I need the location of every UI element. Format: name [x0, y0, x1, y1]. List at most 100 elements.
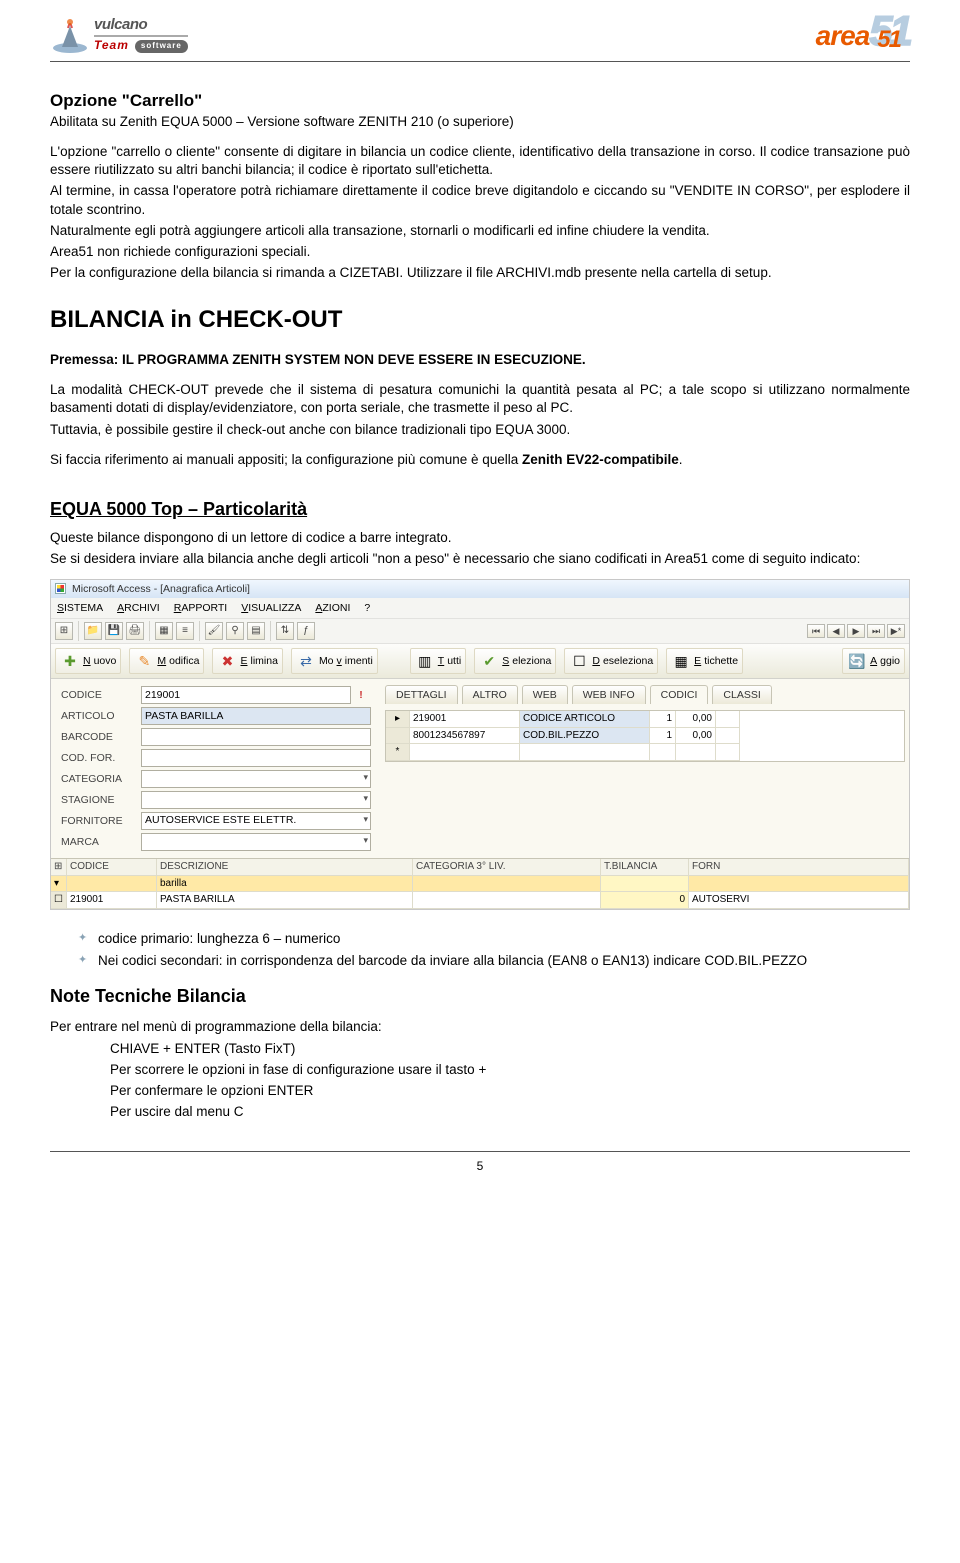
tb-adjust-icon[interactable]: ≡	[176, 622, 194, 640]
sg-p-2[interactable]: 0,00	[676, 728, 716, 745]
label-articolo: ARTICOLO	[61, 709, 141, 723]
col-descrizione[interactable]: DESCRIZIONE	[157, 859, 413, 876]
articles-grid: ⊞ CODICE DESCRIZIONE CATEGORIA 3° LIV. T…	[51, 858, 909, 909]
tb-print-icon[interactable]: 🖨	[126, 622, 144, 640]
grid-corner[interactable]: ⊞	[51, 859, 67, 876]
tab-webinfo[interactable]: WEB INFO	[572, 685, 646, 704]
tb-paint-icon[interactable]: 🖌	[205, 622, 223, 640]
label-marca: MARCA	[61, 835, 141, 849]
nav-next-icon[interactable]: ▶	[847, 624, 865, 638]
label-codfor: COD. FOR.	[61, 751, 141, 765]
tab-codici[interactable]: CODICI	[650, 685, 709, 704]
tb-save-icon[interactable]: 💾	[105, 622, 123, 640]
tb-table-icon[interactable]: ▤	[247, 622, 265, 640]
field-categoria[interactable]	[141, 770, 371, 788]
nav-prev-icon[interactable]: ◀	[827, 624, 845, 638]
sg-desc-2[interactable]: COD.BIL.PEZZO	[520, 728, 650, 745]
btn-aggio[interactable]: 🔄Aggio	[842, 648, 905, 674]
cell-cat	[413, 892, 601, 909]
logo-vulcanoteam: vulcano Teamsoftware	[50, 14, 188, 54]
section1-p2: Al termine, in cassa l'operatore potrà r…	[50, 182, 910, 218]
access-window: Microsoft Access - [Anagrafica Articoli]…	[50, 579, 910, 910]
section1-subtitle: Abilitata su Zenith EQUA 5000 – Versione…	[50, 113, 910, 131]
all-icon: ▥	[415, 651, 435, 671]
btn-seleziona[interactable]: ✔Seleziona	[474, 648, 556, 674]
label-categoria: CATEGORIA	[61, 772, 141, 786]
row-selector[interactable]: ▸	[386, 711, 410, 728]
field-marca[interactable]	[141, 833, 371, 851]
field-articolo[interactable]: PASTA BARILLA	[141, 707, 371, 725]
label-barcode: BARCODE	[61, 730, 141, 744]
filter-tbil[interactable]	[601, 876, 689, 893]
tb-folder-icon[interactable]: 📁	[84, 622, 102, 640]
detail-tabs: DETTAGLI ALTRO WEB WEB INFO CODICI CLASS…	[385, 685, 905, 704]
new-row-marker[interactable]: *	[386, 744, 410, 761]
section1-p5: Per la configurazione della bilancia si …	[50, 264, 910, 282]
sg-q-1[interactable]: 1	[650, 711, 676, 728]
sg-desc-1[interactable]: CODICE ARTICOLO	[520, 711, 650, 728]
menu-bar[interactable]: SSISTEMAISTEMA ARCHIVI RAPPORTI VISUALIZ…	[51, 598, 909, 619]
field-codice[interactable]: 219001	[141, 686, 351, 704]
col-fornitore[interactable]: FORN	[689, 859, 909, 876]
sg-q-2[interactable]: 1	[650, 728, 676, 745]
menu-archivi[interactable]: ARCHIVI	[117, 601, 160, 615]
plus-icon: ✚	[60, 651, 80, 671]
nav-first-icon[interactable]: ⏮	[807, 624, 825, 638]
field-barcode[interactable]	[141, 728, 371, 746]
filter-codice[interactable]	[67, 876, 157, 893]
field-stagione[interactable]	[141, 791, 371, 809]
filter-toggle[interactable]: ▾	[51, 876, 67, 893]
btn-tutti[interactable]: ▥Tutti	[410, 648, 466, 674]
sg-code-2[interactable]: 8001234567897	[410, 728, 520, 745]
grid-filter-row: ▾ barilla	[51, 876, 909, 893]
section1-p3: Naturalmente egli potrà aggiungere artic…	[50, 222, 910, 240]
filter-forn[interactable]	[689, 876, 909, 893]
bullet-1: codice primario: lunghezza 6 – numerico	[78, 930, 910, 948]
btn-etichette[interactable]: ▦Etichette	[666, 648, 743, 674]
tab-web[interactable]: WEB	[522, 685, 568, 704]
tab-classi[interactable]: CLASSI	[712, 685, 771, 704]
menu-rapporti[interactable]: RAPPORTI	[174, 601, 228, 615]
tb-sort-icon[interactable]: ⇅	[276, 622, 294, 640]
btn-movimenti[interactable]: ⇄Movimenti	[291, 648, 378, 674]
sg-p-1[interactable]: 0,00	[676, 711, 716, 728]
premessa: Premessa: IL PROGRAMMA ZENITH SYSTEM NON…	[50, 351, 910, 369]
col-codice[interactable]: CODICE	[67, 859, 157, 876]
btn-elimina[interactable]: ✖Elimina	[212, 648, 282, 674]
filter-cat[interactable]	[413, 876, 601, 893]
menu-sistema[interactable]: SSISTEMAISTEMA	[57, 601, 103, 615]
menu-visualizza[interactable]: VISUALIZZA	[241, 601, 301, 615]
row-check[interactable]: ☐	[51, 892, 67, 909]
btn-deseleziona[interactable]: ☐Deseleziona	[564, 648, 658, 674]
menu-azioni[interactable]: AZIONI	[315, 601, 350, 615]
tb-grid-icon[interactable]: ▦	[155, 622, 173, 640]
filter-descr[interactable]: barilla	[157, 876, 413, 893]
field-codfor[interactable]	[141, 749, 371, 767]
section2-ref: Si faccia riferimento ai manuali apposit…	[50, 451, 910, 469]
notes-l4: Per uscire dal menu C	[110, 1103, 910, 1121]
menu-help[interactable]: ?	[364, 601, 370, 615]
notes-intro: Per entrare nel menù di programmazione d…	[50, 1018, 910, 1036]
tab-dettagli[interactable]: DETTAGLI	[385, 685, 458, 704]
btn-modifica[interactable]: ✎Modifica	[129, 648, 204, 674]
sg-code-1[interactable]: 219001	[410, 711, 520, 728]
tb-link-icon[interactable]: ⚲	[226, 622, 244, 640]
nav-last-icon[interactable]: ⏭	[867, 624, 885, 638]
toolbar-standard: ⊞ 📁 💾 🖨 ▦ ≡ 🖌 ⚲ ▤ ⇅ ƒ ⏮ ◀ ▶ ⏭ ▶*	[51, 619, 909, 644]
label-codice: CODICE	[61, 688, 141, 702]
btn-nuovo[interactable]: ✚NNuovouovo	[55, 648, 121, 674]
window-titlebar: Microsoft Access - [Anagrafica Articoli]	[51, 580, 909, 598]
volcano-icon	[50, 14, 90, 54]
tab-altro[interactable]: ALTRO	[462, 685, 518, 704]
tb-view-icon[interactable]: ⊞	[55, 622, 73, 640]
heading-opzione-carrello: Opzione "Carrello"	[50, 90, 910, 113]
nav-new-icon[interactable]: ▶*	[887, 624, 905, 638]
col-tbilancia[interactable]: T.BILANCIA	[601, 859, 689, 876]
field-fornitore[interactable]: AUTOSERVICE ESTE ELETTR.	[141, 812, 371, 830]
tb-fx-icon[interactable]: ƒ	[297, 622, 315, 640]
window-title: Microsoft Access - [Anagrafica Articoli]	[72, 582, 250, 596]
col-categoria[interactable]: CATEGORIA 3° LIV.	[413, 859, 601, 876]
action-toolbar: ✚NNuovouovo ✎Modifica ✖Elimina ⇄Moviment…	[51, 644, 909, 679]
grid-row[interactable]: ☐ 219001 PASTA BARILLA 0 AUTOSERVI	[51, 892, 909, 909]
record-navigator[interactable]: ⏮ ◀ ▶ ⏭ ▶*	[807, 624, 905, 638]
